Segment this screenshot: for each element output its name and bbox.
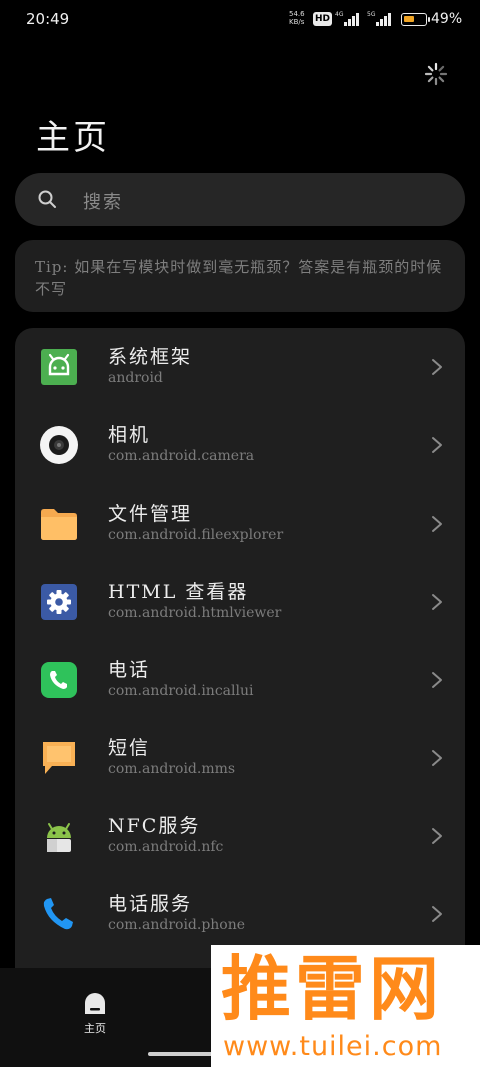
chevron-right-icon[interactable] (431, 905, 443, 923)
network-speed: 54.6 KB/s (289, 10, 313, 26)
app-row[interactable]: 电话服务 com.android.phone (15, 875, 465, 953)
message-icon (43, 742, 75, 774)
chevron-right-icon[interactable] (431, 593, 443, 611)
app-package: com.android.incallui (108, 683, 254, 699)
search-icon (38, 190, 56, 208)
home-icon[interactable] (82, 991, 108, 1017)
app-list: 系统框架 android 相机 com.android.camera 文件管理 com.a… (15, 328, 465, 968)
signal-5g-tag: 5G (367, 11, 376, 18)
search-bar[interactable]: 搜索 (15, 173, 465, 226)
phone-handset-icon (43, 898, 73, 930)
app-name: HTML 查看器 (108, 581, 249, 603)
app-name: 系统框架 (108, 346, 193, 368)
app-row[interactable]: 短信 com.android.mms (15, 719, 465, 797)
signal-4g-tag: 4G (335, 11, 344, 18)
app-row[interactable]: 相机 com.android.camera (15, 406, 465, 484)
chevron-right-icon[interactable] (431, 827, 443, 845)
app-row[interactable]: 文件管理 com.android.fileexplorer (15, 485, 465, 563)
signal-5g-icon: 5G (367, 11, 391, 26)
app-package: com.android.phone (108, 917, 246, 933)
app-package: com.android.nfc (108, 839, 224, 855)
nav-home-label[interactable]: 主页 (82, 1020, 108, 1036)
gear-icon (41, 584, 77, 620)
watermark-brand: 推雷网 (221, 948, 443, 1030)
app-package: android (108, 370, 163, 386)
folder-icon (41, 509, 77, 540)
app-row[interactable]: HTML 查看器 com.android.htmlviewer (15, 563, 465, 641)
chevron-right-icon[interactable] (431, 749, 443, 767)
app-row[interactable]: NFC服务 com.android.nfc (15, 797, 465, 875)
chevron-right-icon[interactable] (431, 671, 443, 689)
tip-card: Tip: 如果在写模块时做到毫无瓶颈？答案是有瓶颈的时候不写 (15, 240, 465, 312)
network-speed-value: 54.6 (289, 10, 305, 18)
battery-percent: 49% (431, 11, 463, 27)
network-speed-unit: KB/s (289, 18, 305, 26)
app-name: 电话 (108, 659, 151, 681)
status-bar: 20:49 54.6 KB/s HD 4G 5G 49% (0, 0, 480, 40)
signal-4g-icon: 4G (335, 11, 359, 26)
app-package: com.android.htmlviewer (108, 605, 282, 621)
chevron-right-icon[interactable] (431, 515, 443, 533)
phone-icon (41, 662, 77, 698)
app-row[interactable]: 电话 com.android.incallui (15, 641, 465, 719)
spinner-icon[interactable] (424, 62, 448, 86)
chevron-right-icon[interactable] (431, 436, 443, 454)
android-framework-icon (41, 349, 77, 385)
chevron-right-icon[interactable] (431, 358, 443, 376)
app-row[interactable]: 系统框架 android (15, 328, 465, 406)
app-name: NFC服务 (108, 815, 201, 837)
app-name: 相机 (108, 424, 151, 446)
camera-icon (40, 426, 78, 464)
app-name: 电话服务 (108, 893, 193, 915)
status-time: 20:49 (26, 10, 70, 28)
watermark: 推雷网 www.tuilei.com (211, 945, 480, 1067)
app-name: 文件管理 (108, 503, 193, 525)
battery-icon (401, 13, 430, 26)
search-input[interactable]: 搜索 (83, 188, 123, 214)
app-name: 短信 (108, 737, 151, 759)
app-package: com.android.camera (108, 448, 255, 464)
watermark-url: www.tuilei.com (223, 1031, 443, 1062)
android-robot-icon (47, 823, 71, 852)
app-package: com.android.mms (108, 761, 236, 777)
app-package: com.android.fileexplorer (108, 527, 284, 543)
hd-badge: HD (313, 12, 333, 26)
page-title: 主页 (36, 118, 110, 158)
